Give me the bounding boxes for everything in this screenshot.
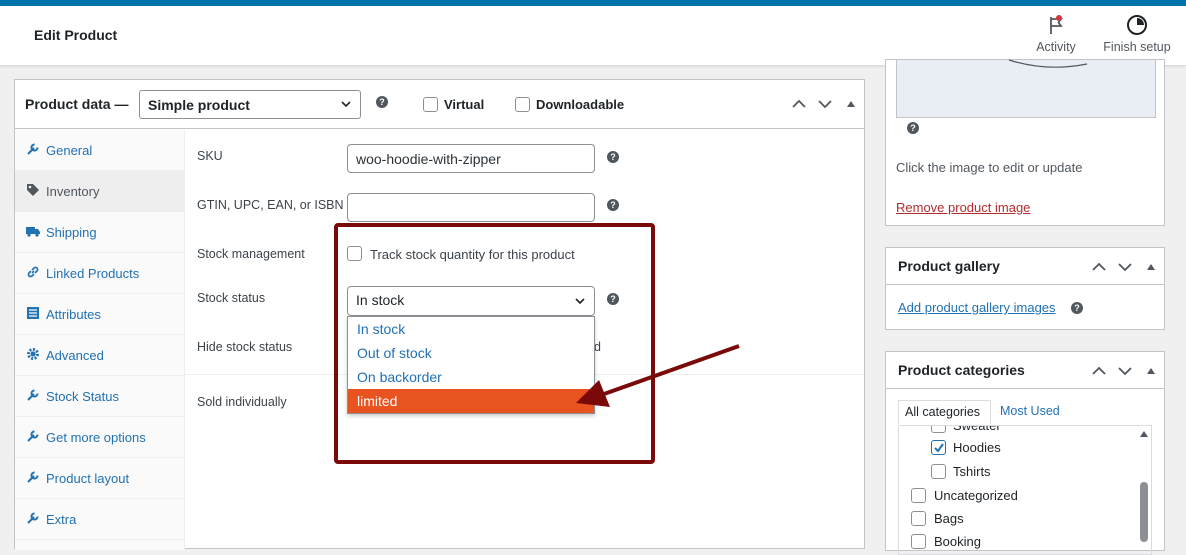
virtual-checkbox[interactable]	[423, 97, 438, 112]
activity-label: Activity	[1036, 40, 1076, 54]
list-icon	[27, 307, 39, 319]
tab-label: Stock Status	[46, 389, 119, 404]
stock-status-label: Stock status	[197, 291, 266, 305]
collapse-toggle-icon[interactable]	[846, 100, 856, 108]
move-up-icon[interactable]	[791, 98, 807, 110]
checkmark-icon	[934, 443, 944, 453]
tab-inventory[interactable]: Inventory	[15, 171, 185, 212]
image-hint: Click the image to edit or update	[896, 160, 1083, 175]
collapse-toggle-icon[interactable]	[1146, 367, 1156, 375]
tab-linked-products[interactable]: Linked Products	[15, 253, 185, 294]
tab-label: Inventory	[46, 184, 100, 199]
tab-advanced[interactable]: Advanced	[15, 335, 185, 376]
gtin-input[interactable]	[347, 193, 595, 222]
sku-label: SKU	[197, 149, 223, 163]
progress-circle-icon	[1127, 15, 1147, 35]
move-down-icon[interactable]	[817, 98, 833, 110]
category-label: Tshirts	[953, 464, 991, 479]
category-checkbox-checked[interactable]	[931, 440, 946, 455]
category-checkbox[interactable]	[911, 511, 926, 526]
annotation-arrow-icon	[576, 344, 740, 407]
sku-input[interactable]: woo-hoodie-with-zipper	[347, 144, 595, 173]
category-label: Bags	[934, 511, 964, 526]
help-icon[interactable]: ?	[376, 96, 388, 108]
tab-all-categories[interactable]: All categories	[898, 400, 991, 424]
wrench-icon	[27, 143, 39, 155]
tab-label: General	[46, 143, 93, 158]
tab-general[interactable]: General	[15, 130, 185, 171]
tab-label: Get more options	[46, 430, 146, 445]
tab-shipping[interactable]: Shipping	[15, 212, 185, 253]
tab-label: Advanced	[46, 348, 104, 363]
product-data-tabs: General Inventory Shipping Linked Produc…	[15, 130, 185, 550]
downloadable-label: Downloadable	[536, 97, 625, 112]
gear-icon	[27, 348, 39, 360]
product-gallery-box: Product gallery Add product gallery imag…	[885, 247, 1165, 330]
tab-label: Linked Products	[46, 266, 140, 281]
image-fragment-icon	[1008, 59, 1088, 68]
help-icon[interactable]: ?	[607, 199, 619, 211]
wrench-icon	[27, 512, 39, 524]
sold-individually-label: Sold individually	[197, 395, 287, 409]
scroll-up-icon[interactable]	[1140, 431, 1148, 437]
hide-stock-status-label: Hide stock status	[197, 340, 293, 354]
category-label: Hoodies	[953, 440, 1001, 455]
wrench-icon	[27, 430, 39, 442]
help-icon[interactable]: ?	[607, 151, 619, 163]
tab-label: Product layout	[46, 471, 130, 486]
product-data-title: Product data —	[25, 96, 129, 112]
move-down-icon[interactable]	[1117, 261, 1133, 273]
move-down-icon[interactable]	[1117, 365, 1133, 377]
finish-setup-button[interactable]: Finish setup	[1092, 14, 1182, 54]
categories-title: Product categories	[898, 362, 1025, 378]
page-header	[0, 6, 1186, 66]
move-up-icon[interactable]	[1091, 365, 1107, 377]
truck-icon	[26, 227, 40, 237]
tab-product-layout[interactable]: Product layout	[15, 458, 185, 499]
category-checkbox[interactable]	[911, 488, 926, 503]
category-checkbox[interactable]	[931, 464, 946, 479]
page-title: Edit Product	[34, 27, 118, 43]
activity-button[interactable]: Activity	[1011, 14, 1101, 54]
tab-most-used[interactable]: Most Used	[1000, 404, 1060, 418]
category-checkbox[interactable]	[911, 534, 926, 549]
chevron-down-icon	[341, 101, 351, 108]
tab-attributes[interactable]: Attributes	[15, 294, 185, 335]
finish-setup-label: Finish setup	[1103, 40, 1171, 54]
help-icon[interactable]: ?	[1071, 302, 1083, 314]
stock-management-label: Stock management	[197, 247, 305, 261]
virtual-label: Virtual	[444, 97, 485, 112]
remove-image-link[interactable]: Remove product image	[896, 200, 1030, 215]
tag-icon	[27, 184, 39, 196]
scrollbar-thumb[interactable]	[1140, 482, 1148, 542]
product-image[interactable]	[896, 59, 1156, 118]
add-gallery-images-link[interactable]: Add product gallery images	[898, 300, 1056, 315]
tab-stock-status[interactable]: Stock Status	[15, 376, 185, 417]
tab-extra[interactable]: Extra	[15, 499, 185, 540]
collapse-toggle-icon[interactable]	[1146, 263, 1156, 271]
product-type-select[interactable]: Simple product	[139, 90, 361, 119]
category-label: Uncategorized	[934, 488, 1018, 503]
product-categories-box: Product categories All categories Most U…	[885, 351, 1165, 555]
tab-label: Shipping	[46, 225, 97, 240]
gallery-title: Product gallery	[898, 258, 1000, 274]
category-label: Booking	[934, 534, 981, 549]
move-up-icon[interactable]	[1091, 261, 1107, 273]
tab-get-more-options[interactable]: Get more options	[15, 417, 185, 458]
wrench-icon	[27, 471, 39, 483]
help-icon[interactable]: ?	[907, 122, 919, 134]
flag-icon	[1050, 15, 1063, 34]
gtin-label: GTIN, UPC, EAN, or ISBN	[197, 198, 344, 212]
product-image-box: ? Click the image to edit or update Remo…	[885, 59, 1165, 226]
categories-list: Sweater Hoodies Tshirts Uncategorized Ba…	[898, 425, 1152, 555]
tab-label: Attributes	[46, 307, 101, 322]
category-label: Sweater	[953, 425, 1001, 433]
wrench-icon	[27, 389, 39, 401]
tab-label: Extra	[46, 512, 77, 527]
category-checkbox[interactable]	[931, 426, 946, 433]
link-icon	[27, 266, 39, 278]
downloadable-checkbox[interactable]	[515, 97, 530, 112]
product-data-header: Product data — Simple product ? Virtual …	[15, 80, 864, 129]
product-type-value: Simple product	[148, 97, 250, 113]
